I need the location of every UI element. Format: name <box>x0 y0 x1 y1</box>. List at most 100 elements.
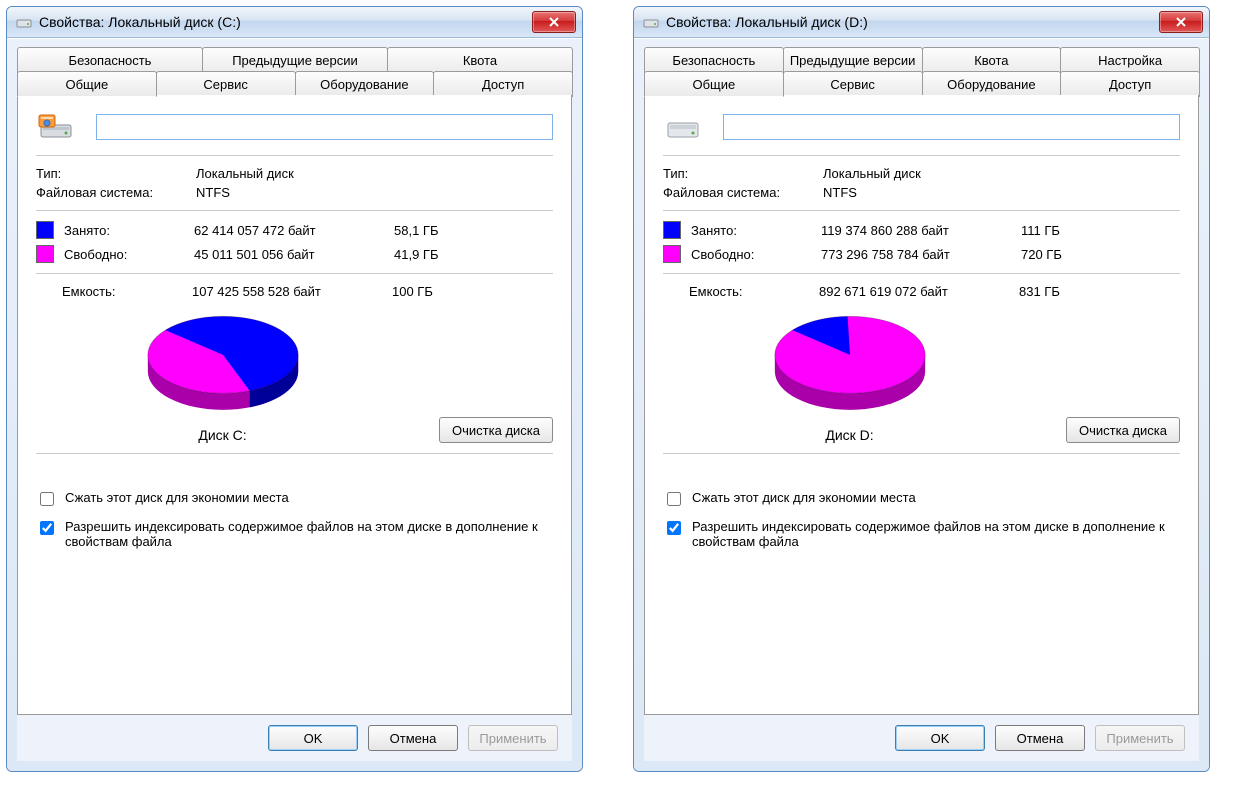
tab[interactable]: Предыдущие версии <box>783 47 923 73</box>
value-type: Локальный диск <box>196 166 553 181</box>
drive-name-input[interactable] <box>723 114 1180 140</box>
value-capacity-gb: 100 ГБ <box>392 284 462 299</box>
label-filesystem: Файловая система: <box>663 185 823 200</box>
value-free-bytes: 45 011 501 056 байт <box>194 247 394 262</box>
value-filesystem: NTFS <box>823 185 1180 200</box>
properties-dialog: Свойства: Локальный диск (D:) Безопасност… <box>633 6 1210 772</box>
label-free: Свободно: <box>691 247 821 262</box>
properties-dialog: Свойства: Локальный диск (C:) Безопасност… <box>6 6 583 772</box>
tab-row-bottom: ОбщиеСервисОборудованиеДоступ <box>644 71 1199 97</box>
compress-checkbox-row[interactable]: Сжать этот диск для экономии места <box>663 490 1180 509</box>
label-used: Занято: <box>691 223 821 238</box>
label-capacity: Емкость: <box>36 284 192 299</box>
value-capacity-bytes: 107 425 558 528 байт <box>192 284 392 299</box>
row-free: Свободно:45 011 501 056 байт41,9 ГБ <box>36 245 553 263</box>
label-filesystem: Файловая система: <box>36 185 196 200</box>
tab[interactable]: Оборудование <box>922 71 1062 97</box>
dialog-body: БезопасностьПредыдущие версииКвотаНастро… <box>634 38 1209 771</box>
compress-checkbox[interactable] <box>667 492 681 506</box>
tab[interactable]: Общие <box>17 71 157 97</box>
titlebar[interactable]: Свойства: Локальный диск (D:) <box>634 7 1209 38</box>
cancel-button[interactable]: Отмена <box>995 725 1085 751</box>
row-used: Занято:119 374 860 288 байт111 ГБ <box>663 221 1180 239</box>
window-title: Свойства: Локальный диск (C:) <box>39 14 532 30</box>
index-checkbox-row[interactable]: Разрешить индексировать содержимое файло… <box>663 519 1180 549</box>
value-free-bytes: 773 296 758 784 байт <box>821 247 1021 262</box>
apply-button[interactable]: Применить <box>468 725 558 751</box>
swatch-free <box>36 245 54 263</box>
apply-button[interactable]: Применить <box>1095 725 1185 751</box>
divider <box>36 210 553 211</box>
tab[interactable]: Оборудование <box>295 71 435 97</box>
value-used-gb: 58,1 ГБ <box>394 223 464 238</box>
close-button[interactable] <box>1159 11 1203 33</box>
value-type: Локальный диск <box>823 166 1180 181</box>
divider <box>663 210 1180 211</box>
value-used-bytes: 62 414 057 472 байт <box>194 223 394 238</box>
value-used-gb: 111 ГБ <box>1021 223 1091 238</box>
label-type: Тип: <box>663 166 823 181</box>
disk-cleanup-button[interactable]: Очистка диска <box>1066 417 1180 443</box>
tab[interactable]: Настройка <box>1060 47 1200 73</box>
tab[interactable]: Сервис <box>156 71 296 97</box>
disk-cleanup-button[interactable]: Очистка диска <box>439 417 553 443</box>
tab-row-top: БезопасностьПредыдущие версииКвота <box>17 47 572 73</box>
ok-button[interactable]: OK <box>895 725 985 751</box>
divider <box>36 453 553 454</box>
divider <box>36 273 553 274</box>
compress-label: Сжать этот диск для экономии места <box>692 490 1180 505</box>
row-free: Свободно:773 296 758 784 байт720 ГБ <box>663 245 1180 263</box>
tab[interactable]: Квота <box>387 47 573 73</box>
tab[interactable]: Квота <box>922 47 1062 73</box>
index-checkbox[interactable] <box>40 521 54 535</box>
tab[interactable]: Доступ <box>1060 71 1200 97</box>
index-label: Разрешить индексировать содержимое файло… <box>65 519 553 549</box>
divider <box>663 453 1180 454</box>
close-button[interactable] <box>532 11 576 33</box>
tab-row-bottom: ОбщиеСервисОборудованиеДоступ <box>17 71 572 97</box>
ok-button[interactable]: OK <box>268 725 358 751</box>
divider <box>36 155 553 156</box>
window-title: Свойства: Локальный диск (D:) <box>666 14 1159 30</box>
tab[interactable]: Сервис <box>783 71 923 97</box>
compress-checkbox-row[interactable]: Сжать этот диск для экономии места <box>36 490 553 509</box>
index-label: Разрешить индексировать содержимое файло… <box>692 519 1180 549</box>
tab[interactable]: Доступ <box>433 71 573 97</box>
label-free: Свободно: <box>64 247 194 262</box>
row-capacity: Емкость:892 671 619 072 байт831 ГБ <box>663 284 1180 299</box>
disk-label: Диск D: <box>825 427 873 443</box>
label-type: Тип: <box>36 166 196 181</box>
row-used: Занято:62 414 057 472 байт58,1 ГБ <box>36 221 553 239</box>
value-used-bytes: 119 374 860 288 байт <box>821 223 1021 238</box>
drive-icon <box>15 13 33 31</box>
value-free-gb: 720 ГБ <box>1021 247 1091 262</box>
tab[interactable]: Безопасность <box>644 47 784 73</box>
usage-pie-chart: Диск C: <box>36 309 409 443</box>
drive-name-input[interactable] <box>96 114 553 140</box>
tab[interactable]: Предыдущие версии <box>202 47 388 73</box>
value-free-gb: 41,9 ГБ <box>394 247 464 262</box>
swatch-used <box>663 221 681 239</box>
tab[interactable]: Общие <box>644 71 784 97</box>
value-capacity-gb: 831 ГБ <box>1019 284 1089 299</box>
dialog-button-row: OK Отмена Применить <box>644 715 1199 761</box>
compress-checkbox[interactable] <box>40 492 54 506</box>
divider <box>663 273 1180 274</box>
tab-panel-general: Тип:Локальный дискФайловая система:NTFS З… <box>17 95 572 715</box>
drive-icon <box>642 13 660 31</box>
tab-panel-general: Тип:Локальный дискФайловая система:NTFS З… <box>644 95 1199 715</box>
index-checkbox-row[interactable]: Разрешить индексировать содержимое файло… <box>36 519 553 549</box>
tab-bar: БезопасностьПредыдущие версииКвотаНастро… <box>644 47 1199 95</box>
compress-label: Сжать этот диск для экономии места <box>65 490 553 505</box>
value-filesystem: NTFS <box>196 185 553 200</box>
divider <box>663 155 1180 156</box>
swatch-used <box>36 221 54 239</box>
label-capacity: Емкость: <box>663 284 819 299</box>
row-capacity: Емкость:107 425 558 528 байт100 ГБ <box>36 284 553 299</box>
index-checkbox[interactable] <box>667 521 681 535</box>
label-used: Занято: <box>64 223 194 238</box>
titlebar[interactable]: Свойства: Локальный диск (C:) <box>7 7 582 38</box>
tab-row-top: БезопасностьПредыдущие версииКвотаНастро… <box>644 47 1199 73</box>
cancel-button[interactable]: Отмена <box>368 725 458 751</box>
tab[interactable]: Безопасность <box>17 47 203 73</box>
